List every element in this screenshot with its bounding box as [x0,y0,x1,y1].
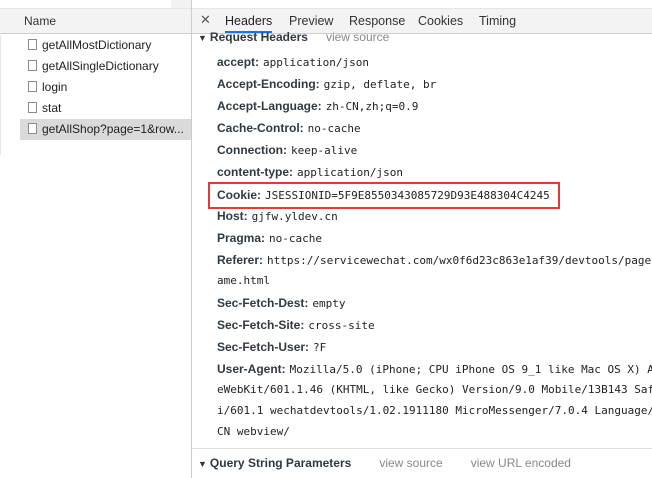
header-row-sec-fetch-user: Sec-Fetch-User: ?F [217,338,652,356]
header-key: accept: [217,55,260,69]
section-divider [192,448,652,449]
request-row-getallmostdictionary[interactable]: getAllMostDictionary [20,35,191,56]
header-row-accept: accept: application/json [217,53,652,71]
header-row-pragma: Pragma: no-cache [217,229,652,247]
header-key: Cookie: [217,188,262,202]
header-key: Cache-Control: [217,121,304,135]
view-source-link[interactable]: view source [379,456,442,470]
name-column-label: Name [24,14,57,28]
request-details-panel: ✕ Headers Preview Response Cookies Timin… [192,0,652,478]
header-key: User-Agent: [217,362,286,376]
request-name: stat [42,101,62,115]
left-gutter-line [0,35,1,155]
request-name: getAllShop?page=1&row... [42,122,184,136]
header-row-cache-control: Cache-Control: no-cache [217,119,652,137]
request-name: login [42,80,68,94]
request-row-getallshop[interactable]: getAllShop?page=1&row... [20,119,191,140]
collapse-triangle-icon: ▼ [198,33,207,43]
request-headers-section-title[interactable]: ▼ Request Headers view source [198,30,389,44]
header-key: Referer: [217,253,264,267]
close-icon[interactable]: ✕ [200,12,211,28]
request-name: getAllSingleDictionary [42,59,159,73]
query-string-section-title[interactable]: ▼ Query String Parameters view source view … [198,455,571,471]
header-row-user-agent: User-Agent: Mozilla/5.0 (iPhone; CPU iPho… [217,360,652,378]
header-key: Connection: [217,143,287,157]
left-top-strip [0,0,191,9]
header-row-connection: Connection: keep-alive [217,141,652,159]
header-key: Accept-Language: [217,99,322,113]
file-icon [28,39,37,50]
header-row-user-agent-continuation-2: i/601.1 wechatdevtools/1.02.1911180 Micr… [217,404,652,417]
header-key: Pragma: [217,231,266,245]
header-row-content-type: content-type: application/json [217,163,652,181]
request-row-stat[interactable]: stat [20,98,191,119]
header-row-referer-continuation: ame.html [217,274,270,287]
header-value: ?F [313,341,327,354]
query-string-title: Query String Parameters [209,456,352,470]
header-key: content-type: [217,165,293,179]
request-row-getallsingledictionary[interactable]: getAllSingleDictionary [20,56,191,77]
name-column-header[interactable]: Name [0,9,191,34]
request-row-login[interactable]: login [20,77,191,98]
right-top-strip [192,0,652,9]
request-list-panel: Name getAllMostDictionary getAllSingleDi… [0,0,192,478]
file-icon [28,81,37,92]
header-value: keep-alive [291,144,358,157]
header-value: gzip, deflate, br [323,78,437,91]
header-value: https://servicewechat.com/wx0f6d23c863e1… [267,254,652,267]
header-value: no-cache [307,122,361,135]
header-key: Accept-Encoding: [217,77,320,91]
request-name: getAllMostDictionary [42,38,152,52]
request-list: getAllMostDictionary getAllSingleDiction… [20,35,191,140]
header-row-user-agent-continuation-3: CN webview/ [217,425,290,438]
header-key: Sec-Fetch-Site: [217,318,305,332]
view-url-encoded-link[interactable]: view URL encoded [471,456,571,470]
header-key: Sec-Fetch-Dest: [217,296,309,310]
file-icon [28,102,37,113]
header-row-referer: Referer: https://servicewechat.com/wx0f6d… [217,251,652,269]
header-row-accept-language: Accept-Language: zh-CN,zh;q=0.9 [217,97,652,115]
header-key: Sec-Fetch-User: [217,340,310,354]
header-key: Host: [217,209,248,223]
header-value: no-cache [269,232,323,245]
file-icon [28,123,37,134]
header-value: application/json [263,56,369,69]
header-row-host: Host: gjfw.yldev.cn [217,207,652,225]
view-source-link[interactable]: view source [326,30,389,44]
header-value: zh-CN,zh;q=0.9 [325,100,419,113]
header-value: empty [312,297,346,310]
file-icon [28,60,37,71]
header-row-cookie: Cookie: JSESSIONID=5F9E8550343085729D93E4… [217,186,652,204]
header-row-sec-fetch-dest: Sec-Fetch-Dest: empty [217,294,652,312]
header-row-accept-encoding: Accept-Encoding: gzip, deflate, br [217,75,652,93]
request-headers-title: Request Headers [209,30,308,44]
collapse-triangle-icon: ▼ [198,459,207,469]
header-value: Mozilla/5.0 (iPhone; CPU iPhone OS 9_1 l… [289,363,652,376]
tab-cookies[interactable]: Cookies [418,9,463,33]
header-value: JSESSIONID=5F9E8550343085729D93E488304C4… [265,189,550,202]
tab-timing[interactable]: Timing [479,9,516,33]
header-row-user-agent-continuation-1: eWebKit/601.1.46 (KHTML, like Gecko) Ver… [217,383,652,396]
header-value: gjfw.yldev.cn [251,210,338,223]
header-value: application/json [297,166,403,179]
header-value: cross-site [308,319,375,332]
header-row-sec-fetch-site: Sec-Fetch-Site: cross-site [217,316,652,334]
